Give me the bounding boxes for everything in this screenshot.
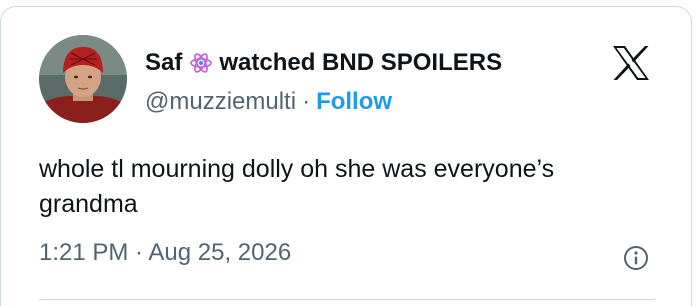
divider xyxy=(39,299,655,300)
follow-button[interactable]: Follow xyxy=(316,88,392,116)
atom-emoji-icon xyxy=(189,51,213,75)
separator-dot: · xyxy=(302,88,311,115)
avatar-image xyxy=(39,35,127,123)
handle-row: @muzziemulti · Follow xyxy=(145,85,392,119)
x-logo-icon[interactable] xyxy=(611,45,651,81)
display-name[interactable]: Saf xyxy=(145,49,182,77)
avatar[interactable] xyxy=(39,35,127,123)
tweet-card: Saf watched BND SPOILERS @muzziemulti · … xyxy=(0,6,692,306)
tweet-timestamp[interactable]: 1:21 PM · Aug 25, 2026 xyxy=(39,239,291,267)
tweet-text: whole tl mourning dolly oh she was every… xyxy=(39,155,555,218)
author-name-row[interactable]: Saf watched BND SPOILERS xyxy=(145,45,502,81)
display-name-suffix[interactable]: watched BND SPOILERS xyxy=(219,49,502,77)
info-icon[interactable] xyxy=(623,245,649,271)
author-handle[interactable]: @muzziemulti xyxy=(145,88,296,116)
